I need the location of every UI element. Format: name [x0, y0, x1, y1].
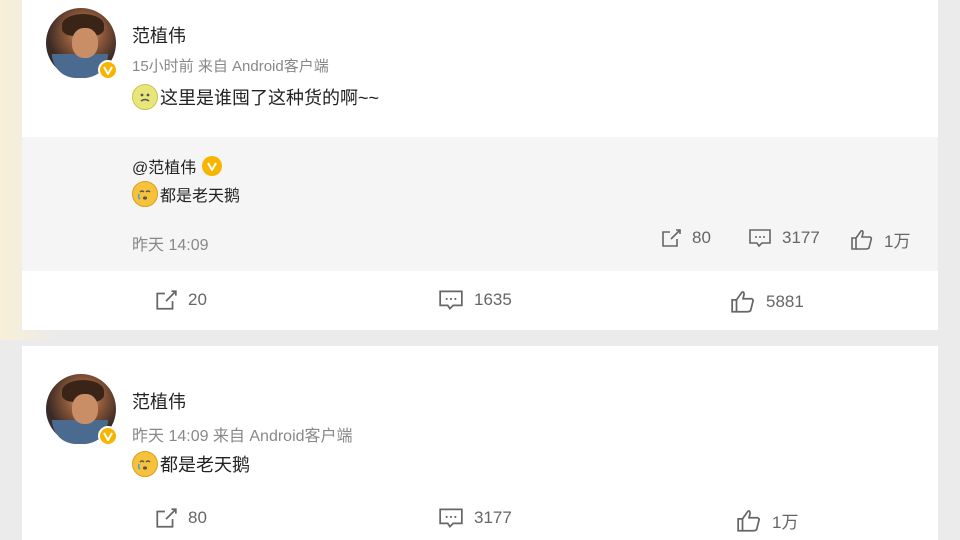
quoted-author-row: @范植伟 — [132, 154, 223, 178]
post-text: 都是老天鹅 — [160, 455, 250, 475]
quoted-text: 都是老天鹅 — [160, 188, 241, 205]
comment-icon — [439, 290, 463, 311]
quoted-share-button[interactable]: 80 — [660, 227, 711, 249]
comment-count: 3177 — [474, 508, 512, 527]
post-meta: 15小时前 来自 Android客户端 — [132, 58, 329, 75]
verified-badge-icon — [202, 156, 223, 176]
avatar[interactable] — [46, 374, 118, 446]
share-icon — [156, 508, 177, 528]
like-count: 1万 — [772, 513, 799, 532]
like-button[interactable]: 1万 — [736, 508, 798, 533]
share-count: 20 — [188, 290, 207, 309]
thumbs-up-icon — [851, 229, 873, 250]
verified-badge-icon — [98, 426, 118, 446]
post-text-row: 这里是谁囤了这种货的啊~~ — [132, 84, 379, 110]
share-icon — [156, 290, 177, 310]
quoted-post[interactable]: @范植伟 都是老天鹅 昨天 14:09 80 3177 1万 — [22, 137, 938, 271]
quoted-author-mention[interactable]: @范植伟 — [132, 154, 196, 178]
comment-button[interactable]: 1635 — [438, 288, 512, 312]
comment-icon — [439, 508, 463, 529]
weibo-post-card: 范植伟 15小时前 来自 Android客户端 这里是谁囤了这种货的啊~~ @范… — [22, 0, 938, 330]
share-icon — [662, 229, 681, 247]
like-count: 5881 — [766, 292, 804, 311]
quoted-like-button[interactable]: 1万 — [850, 227, 910, 252]
thumbs-up-icon — [737, 509, 760, 532]
post-meta: 昨天 14:09 来自 Android客户端 — [132, 428, 353, 445]
quoted-comment-button[interactable]: 3177 — [748, 227, 820, 249]
share-button[interactable]: 80 — [154, 506, 207, 530]
post-text-row: 都是老天鹅 — [132, 451, 250, 477]
share-count: 80 — [692, 228, 711, 247]
share-button[interactable]: 20 — [154, 288, 207, 312]
like-count: 1万 — [884, 232, 911, 251]
thumbs-up-icon — [731, 291, 754, 313]
post-text: 这里是谁囤了这种货的啊~~ — [160, 88, 380, 108]
avatar[interactable] — [46, 8, 118, 80]
sick-face-emoji-icon — [132, 84, 158, 110]
share-count: 80 — [188, 508, 207, 527]
crying-face-emoji-icon — [132, 181, 158, 207]
author-name[interactable]: 范植伟 — [132, 388, 186, 414]
verified-badge-icon — [98, 60, 118, 80]
comment-button[interactable]: 3177 — [438, 506, 512, 530]
author-name[interactable]: 范植伟 — [132, 22, 186, 48]
quoted-time: 昨天 14:09 — [132, 237, 209, 254]
comment-count: 1635 — [474, 290, 512, 309]
weibo-post-card: 范植伟 昨天 14:09 来自 Android客户端 都是老天鹅 80 3177… — [22, 346, 938, 540]
like-button[interactable]: 5881 — [730, 290, 804, 314]
quoted-text-row: 都是老天鹅 — [132, 181, 240, 207]
comment-icon — [749, 229, 771, 248]
crying-face-emoji-icon — [132, 451, 158, 477]
comment-count: 3177 — [782, 228, 820, 247]
